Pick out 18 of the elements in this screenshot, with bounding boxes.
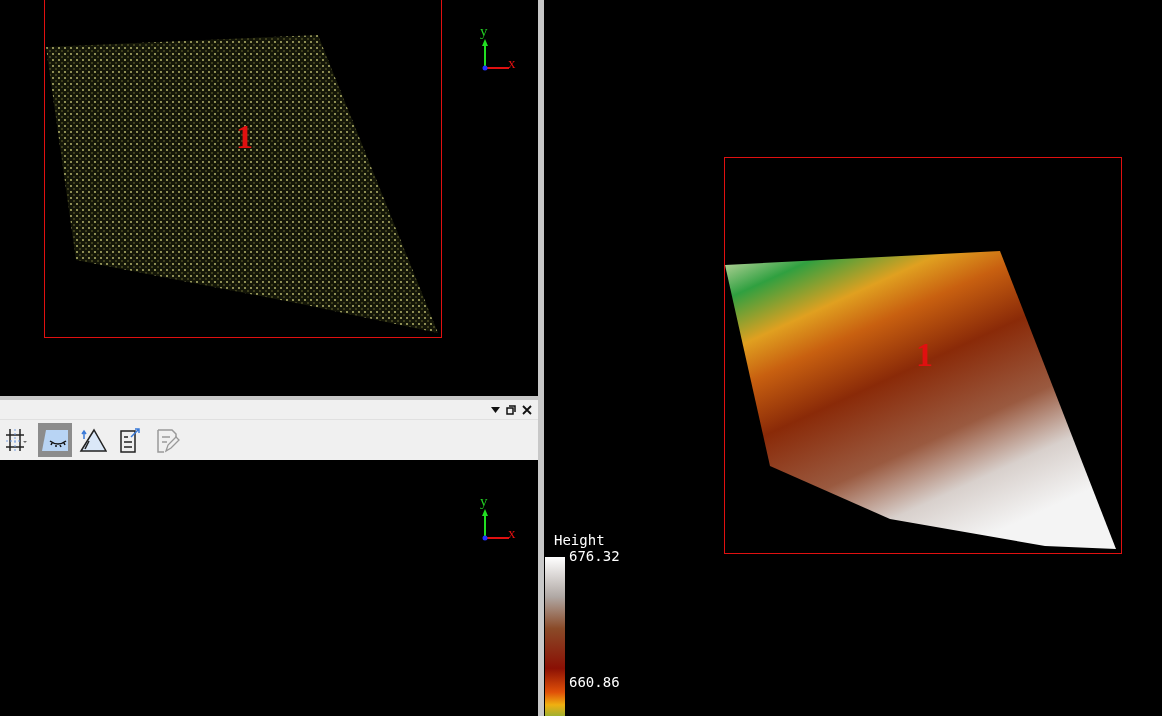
- grid-icon: [6, 427, 28, 453]
- object-label: 1: [916, 338, 933, 372]
- axis-label: x: [508, 56, 516, 71]
- legend-min-value: 660.86: [569, 675, 620, 689]
- object-label: 1: [236, 120, 253, 154]
- legend-title: Height: [554, 533, 605, 547]
- document-edit-icon: [156, 427, 182, 453]
- close-icon[interactable]: [522, 404, 532, 415]
- toolbar-button[interactable]: [38, 423, 72, 457]
- restore-icon[interactable]: [506, 404, 516, 415]
- axis-label: y: [480, 494, 488, 509]
- eye-closed-icon: [40, 427, 70, 453]
- document-icon: [119, 427, 143, 453]
- axis-label: y: [480, 24, 488, 39]
- dropdown-icon[interactable]: [491, 406, 500, 413]
- legend-max-value: 676.32: [569, 549, 620, 563]
- axis-label: x: [508, 526, 516, 541]
- mountain-icon: [79, 427, 107, 453]
